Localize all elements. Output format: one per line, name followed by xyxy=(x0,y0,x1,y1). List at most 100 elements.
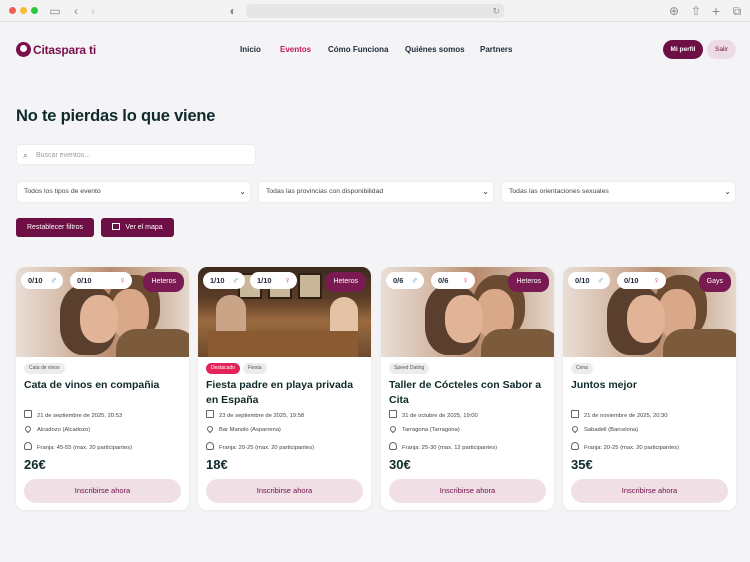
women-count-badge: 1/10 ♀ xyxy=(250,272,297,289)
location-pin-icon xyxy=(388,424,398,434)
register-button[interactable]: Inscribirse ahora xyxy=(206,479,363,503)
site-header: Citaspara ti Inicio Eventos Cómo Funcion… xyxy=(0,22,750,77)
event-location: Sabadell (Barcelona) xyxy=(570,424,638,435)
category-tag: Cata de vinos xyxy=(24,363,65,374)
event-title[interactable]: Fiesta padre en playa privada en España xyxy=(206,378,366,407)
back-icon[interactable]: ‹ xyxy=(69,4,83,18)
event-price: 35€ xyxy=(571,457,593,472)
province-select[interactable]: Todas las provincias con disponibilidad … xyxy=(258,181,494,203)
nav-inicio[interactable]: Inicio xyxy=(240,45,261,54)
forward-icon[interactable]: › xyxy=(86,4,100,18)
calendar-icon xyxy=(24,410,32,418)
address-bar[interactable]: ↻ xyxy=(246,4,504,18)
minimize-window-button[interactable] xyxy=(20,7,27,14)
view-map-button[interactable]: Ver el mapa xyxy=(101,218,174,237)
event-price: 18€ xyxy=(206,457,228,472)
register-button[interactable]: Inscribirse ahora xyxy=(571,479,728,503)
users-icon xyxy=(571,442,579,450)
tab-overview-icon[interactable]: ⧉ xyxy=(730,4,744,18)
reset-filters-button[interactable]: Restablecer filtros xyxy=(16,218,94,237)
map-icon xyxy=(112,223,121,230)
users-icon xyxy=(206,442,214,450)
search-input[interactable]: ⌕ Buscar eventos... xyxy=(16,144,256,165)
event-age-range: Franja: 20-25 (max. 20 participantes) xyxy=(206,442,314,453)
female-icon: ♀ xyxy=(284,275,291,285)
event-type-value: Todos los tipos de evento xyxy=(24,188,101,195)
logo-heart-icon xyxy=(16,42,31,57)
chevron-down-icon: ⌄ xyxy=(724,187,731,196)
female-icon: ♀ xyxy=(119,275,126,285)
orientation-select[interactable]: Todas las orientaciones sexuales ⌄ xyxy=(501,181,736,203)
orientation-badge: Heteros xyxy=(143,272,184,292)
location-pin-icon xyxy=(570,424,580,434)
event-age-range: Franja: 20-25 (max. 20 participantes) xyxy=(571,442,679,453)
female-icon: ♀ xyxy=(653,275,660,285)
event-date: 23 de septiembre de 2025, 19:58 xyxy=(206,410,304,421)
sidebar-toggle-icon[interactable]: ▭ xyxy=(48,4,62,18)
event-date: 31 de octubre de 2025, 19:00 xyxy=(389,410,478,421)
event-age-range: Franja: 25-30 (max. 12 participantes) xyxy=(389,442,497,453)
women-count-badge: 0/10 ♀ xyxy=(617,272,666,289)
men-count-badge: 0/6 ♂ xyxy=(386,272,424,289)
male-icon: ♂ xyxy=(232,275,239,285)
female-icon: ♀ xyxy=(462,275,469,285)
men-count-badge: 1/10 ♂ xyxy=(203,272,245,289)
category-tag: Cena xyxy=(571,363,593,374)
men-count-badge: 0/10 ♂ xyxy=(568,272,610,289)
users-icon xyxy=(24,442,32,450)
download-icon[interactable]: ⊕ xyxy=(667,4,681,18)
logo-text: Citaspara ti xyxy=(33,42,96,57)
location-pin-icon xyxy=(23,424,33,434)
calendar-icon xyxy=(389,410,397,418)
share-icon[interactable]: ⇧ xyxy=(689,4,703,18)
province-value: Todas las provincias con disponibilidad xyxy=(266,188,384,195)
male-icon: ♂ xyxy=(50,275,57,285)
male-icon: ♂ xyxy=(411,275,418,285)
event-card[interactable]: 0/10 ♂ 0/10 ♀ Gays Cena Juntos mejor 21 de… xyxy=(563,267,736,510)
reload-icon[interactable]: ↻ xyxy=(492,4,500,18)
users-icon xyxy=(389,442,397,450)
event-title[interactable]: Taller de Cócteles con Sabor a Cita xyxy=(389,378,549,407)
event-card[interactable]: 1/10 ♂ 1/10 ♀ Heteros Destacado Fiesta Fie… xyxy=(198,267,371,510)
view-map-label: Ver el mapa xyxy=(125,224,163,231)
privacy-shield-icon[interactable]: ◐ xyxy=(226,4,240,18)
close-window-button[interactable] xyxy=(9,7,16,14)
event-title[interactable]: Juntos mejor xyxy=(571,378,731,393)
nav-eventos[interactable]: Eventos xyxy=(280,45,311,54)
category-tag: Fiesta xyxy=(242,363,267,374)
nav-como-funciona[interactable]: Cómo Funciona xyxy=(328,45,388,54)
orientation-value: Todas las orientaciones sexuales xyxy=(509,188,609,195)
event-date: 21 de septiembre de 2025, 20:53 xyxy=(24,410,122,421)
location-pin-icon xyxy=(205,424,215,434)
register-button[interactable]: Inscribirse ahora xyxy=(24,479,181,503)
new-tab-icon[interactable]: + xyxy=(709,4,723,18)
event-card[interactable]: 0/10 ♂ 0/10 ♀ Heteros Cata de vinos Cata d… xyxy=(16,267,189,510)
event-date: 21 de noviembre de 2025, 20:30 xyxy=(571,410,667,421)
orientation-badge: Heteros xyxy=(325,272,366,292)
event-title[interactable]: Cata de vinos en compañia xyxy=(24,378,184,393)
orientation-badge: Heteros xyxy=(508,272,549,292)
featured-tag: Destacado xyxy=(206,363,240,374)
search-icon: ⌕ xyxy=(23,150,29,160)
nav-partners[interactable]: Partners xyxy=(480,45,512,54)
nav-quienes-somos[interactable]: Quiénes somos xyxy=(405,45,465,54)
search-placeholder: Buscar eventos... xyxy=(36,152,91,159)
event-price: 30€ xyxy=(389,457,411,472)
event-location: Alcadozo (Alcadozo) xyxy=(23,424,90,435)
logout-button[interactable]: Salir xyxy=(707,40,736,59)
logo[interactable]: Citaspara ti xyxy=(16,42,96,57)
event-price: 26€ xyxy=(24,457,46,472)
women-count-badge: 0/6 ♀ xyxy=(431,272,475,289)
profile-button[interactable]: Mi perfil xyxy=(663,40,703,59)
women-count-badge: 0/10 ♀ xyxy=(70,272,132,289)
browser-toolbar: ▭ ‹ › ◐ ↻ ⊕ ⇧ + ⧉ xyxy=(0,0,750,22)
event-type-select[interactable]: Todos los tipos de evento ⌄ xyxy=(16,181,251,203)
event-card[interactable]: 0/6 ♂ 0/6 ♀ Heteros Speed Dating Taller de… xyxy=(381,267,554,510)
event-location: Tarragona (Tarragona) xyxy=(388,424,460,435)
maximize-window-button[interactable] xyxy=(31,7,38,14)
male-icon: ♂ xyxy=(597,275,604,285)
orientation-badge: Gays xyxy=(698,272,731,292)
register-button[interactable]: Inscribirse ahora xyxy=(389,479,546,503)
event-age-range: Franja: 45-55 (max. 20 participantes) xyxy=(24,442,132,453)
calendar-icon xyxy=(571,410,579,418)
